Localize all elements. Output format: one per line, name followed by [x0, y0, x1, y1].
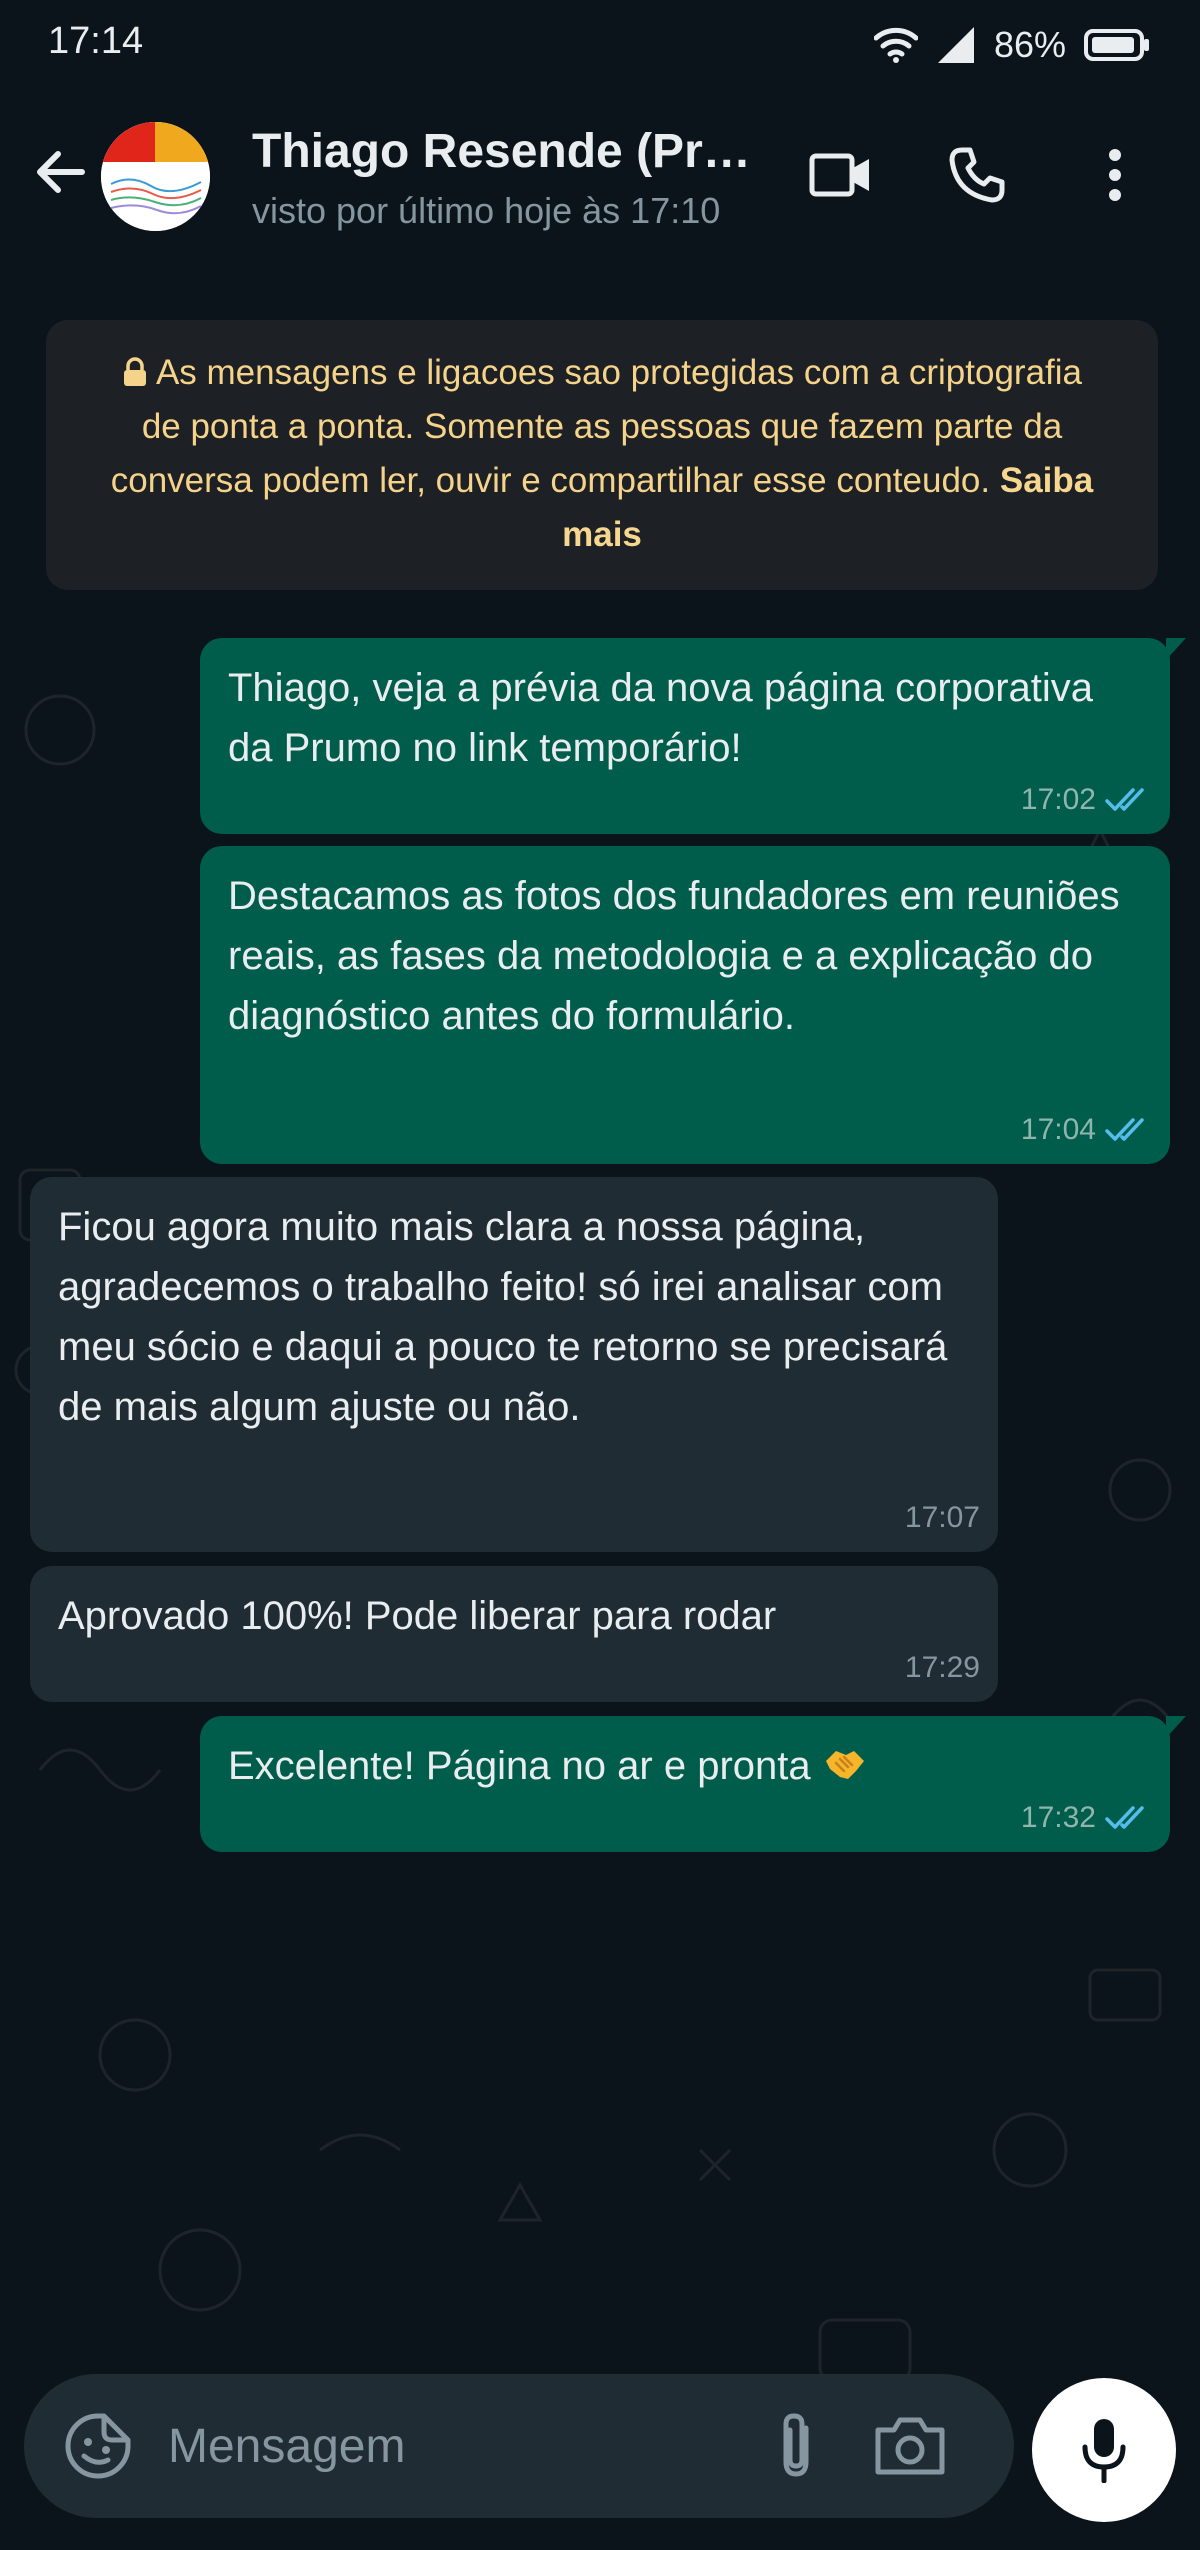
message-time: 17:02 [1020, 783, 1096, 816]
incoming-message[interactable]: Ficou agora muito mais clara a nossa pág… [30, 1177, 998, 1552]
message-composer [24, 2374, 1014, 2518]
encryption-notice[interactable]: As mensagens e ligacoes sao protegidas c… [46, 320, 1158, 590]
message-meta: 17:02 [1021, 782, 1152, 818]
handshake-emoji [825, 1751, 864, 1779]
bubble-tail [1166, 1716, 1186, 1738]
message-input[interactable] [168, 2412, 728, 2480]
incoming-message[interactable]: Aprovado 100%! Pode liberar para rodar 1… [30, 1566, 998, 1702]
message-meta: 17:07 [905, 1500, 980, 1536]
emoji-sticker-icon[interactable] [62, 2410, 134, 2482]
message-time: 17:04 [1020, 1113, 1096, 1146]
read-receipt-icon [1105, 1806, 1144, 1829]
video-call-icon [809, 153, 869, 197]
message-time: 17:07 [904, 1501, 980, 1534]
status-icons: 86% [873, 20, 1150, 70]
message-text: Thiago, veja a prévia da nova página cor… [228, 666, 1093, 770]
avatar-image [101, 122, 210, 231]
read-receipt-icon [1105, 1118, 1144, 1141]
outgoing-message[interactable]: Excelente! Página no ar e pronta 17:32 [200, 1716, 1186, 1852]
camera-icon[interactable] [870, 2410, 950, 2482]
message-text: Excelente! Página no ar e pronta [228, 1744, 811, 1788]
more-options-icon [1109, 149, 1121, 201]
message-meta: 17:04 [1021, 1112, 1152, 1148]
read-receipt-icon [1105, 788, 1144, 811]
video-call-button[interactable] [796, 130, 886, 220]
chat-area[interactable]: As mensagens e ligacoes sao protegidas c… [0, 270, 1200, 2550]
mic-icon [1082, 2419, 1126, 2483]
back-arrow-icon[interactable] [30, 142, 90, 202]
chat-header: Thiago Resende (Pru... visto por último … [0, 90, 1200, 270]
message-meta: 17:32 [1021, 1800, 1152, 1836]
wifi-icon [873, 27, 918, 63]
status-bar: 17:14 86% [0, 0, 1200, 90]
message-time: 17:29 [904, 1651, 980, 1684]
contact-name[interactable]: Thiago Resende (Pru... [252, 124, 772, 179]
bubble-tail [1166, 638, 1186, 660]
cell-signal-icon [937, 27, 974, 63]
battery-percent: 86% [993, 24, 1066, 65]
status-time: 17:14 [48, 20, 144, 62]
whatsapp-chat-screen: 17:14 86% Thiago Resende (Pru... visto p… [0, 0, 1200, 2550]
message-text-with-emoji: Excelente! Página no ar e pronta [228, 1736, 1146, 1796]
message-text: Ficou agora muito mais clara a nossa pág… [58, 1205, 948, 1429]
battery-icon [1084, 29, 1149, 61]
message-time: 17:32 [1020, 1801, 1096, 1834]
message-text: Aprovado 100%! Pode liberar para rodar [58, 1594, 777, 1638]
outgoing-message[interactable]: Destacamos as fotos dos fundadores em re… [200, 846, 1170, 1164]
voice-call-icon [949, 147, 1005, 203]
outgoing-message[interactable]: Thiago, veja a prévia da nova página cor… [200, 638, 1186, 834]
message-meta: 17:29 [905, 1650, 980, 1686]
contact-avatar[interactable] [101, 122, 210, 231]
more-options-button[interactable] [1070, 130, 1160, 220]
last-seen-status: visto por último hoje às 17:10 [252, 190, 721, 231]
attach-icon[interactable] [762, 2410, 832, 2482]
encryption-notice-text: As mensagens e ligacoes sao protegidas c… [110, 353, 1083, 500]
message-text: Destacamos as fotos dos fundadores em re… [228, 874, 1120, 1038]
voice-call-button[interactable] [932, 130, 1022, 220]
voice-message-button[interactable] [1032, 2378, 1176, 2522]
lock-icon [123, 357, 146, 386]
